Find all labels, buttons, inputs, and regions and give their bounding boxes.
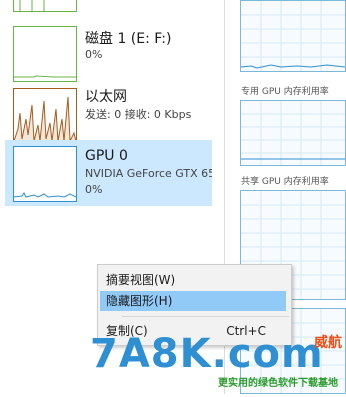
memory-mini-graph <box>13 0 77 12</box>
menu-item-hide-graphs[interactable]: 隐藏图形(H) <box>100 291 286 311</box>
sidebar-item-gpu-0[interactable]: GPU 0 NVIDIA GeForce GTX 650 0% <box>5 140 212 206</box>
gpu-graph-line <box>13 192 77 198</box>
gpu-usage: 0% <box>85 183 103 196</box>
gpu-engine-graph <box>240 0 346 72</box>
sidebar-item-memory[interactable] <box>5 0 212 18</box>
watermark-slogan: 更实用的绿色软件下载基地 <box>218 378 338 389</box>
gpu-mini-graph <box>13 146 77 202</box>
menu-item-summary-view[interactable]: 摘要视图(W) <box>100 270 286 290</box>
menu-item-summary-view-label: 摘要视图(W) <box>106 273 176 287</box>
dedicated-memory-label: 专用 GPU 内存利用率 <box>241 87 329 97</box>
disk-mini-graph <box>13 26 77 82</box>
watermark-brand: 威航 <box>314 335 342 351</box>
disk-title: 磁盘 1 (E: F:) <box>85 31 172 47</box>
dedicated-memory-grid <box>241 101 345 165</box>
dedicated-memory-graph <box>240 100 346 166</box>
gpu-model: NVIDIA GeForce GTX 650 <box>85 167 212 180</box>
disk-graph-line <box>14 75 76 78</box>
watermark: 7A8K.com 威航 更实用的绿色软件下载基地 <box>80 330 346 394</box>
menu-separator <box>122 316 289 317</box>
menu-item-hide-graphs-label: 隐藏图形(H) <box>106 294 173 308</box>
sidebar-item-ethernet[interactable]: 以太网 发送: 0 接收: 0 Kbps <box>5 82 212 144</box>
ethernet-graph-line <box>13 96 77 143</box>
ethernet-mini-graph <box>13 88 77 144</box>
ethernet-throughput: 发送: 0 接收: 0 Kbps <box>85 108 192 121</box>
ethernet-title: 以太网 <box>85 89 127 105</box>
sidebar-item-disk-1[interactable]: 磁盘 1 (E: F:) 0% <box>5 22 212 82</box>
gpu-title: GPU 0 <box>85 148 128 164</box>
gpu-engine-grid <box>240 1 346 71</box>
watermark-main-text: 7A8K.com <box>90 331 324 377</box>
memory-graph-lines <box>19 0 45 11</box>
disk-usage: 0% <box>85 48 103 61</box>
shared-memory-label: 共享 GPU 内存利用率 <box>241 177 329 187</box>
